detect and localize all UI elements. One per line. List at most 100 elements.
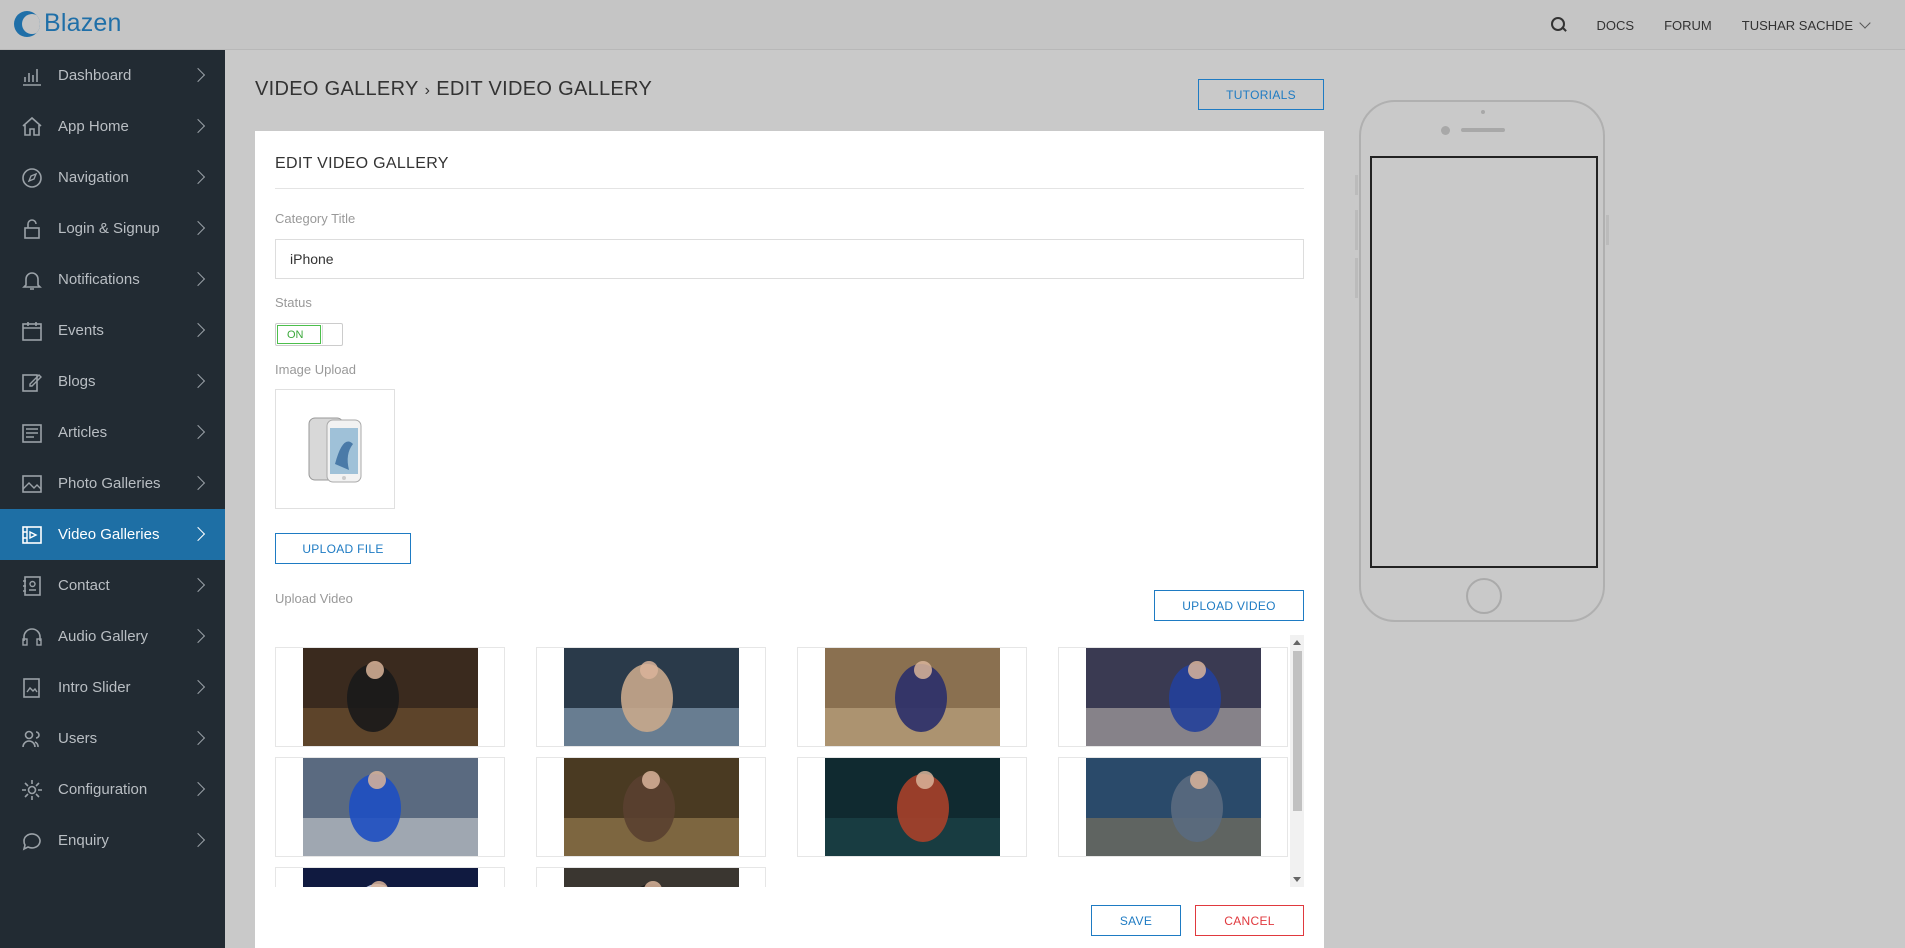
sidebar-item-video-galleries[interactable]: Video Galleries [0, 509, 225, 560]
sidebar-item-intro-slider[interactable]: Intro Slider [0, 662, 225, 713]
bell-icon [20, 268, 44, 292]
chevron-right-icon [190, 832, 206, 848]
chevron-right-icon [190, 475, 206, 491]
chevron-right-icon [190, 271, 206, 287]
chevron-right-icon [190, 220, 206, 236]
phone-side-button [1355, 258, 1358, 298]
upload-video-label: Upload Video [275, 591, 353, 606]
sidebar-item-enquiry[interactable]: Enquiry [0, 815, 225, 866]
sidebar-item-audio-gallery[interactable]: Audio Gallery [0, 611, 225, 662]
sidebar-item-app-home[interactable]: App Home [0, 101, 225, 152]
video-thumbnail[interactable] [797, 757, 1027, 857]
video-thumbnail[interactable] [797, 647, 1027, 747]
chevron-right-icon [190, 373, 206, 389]
sidebar-item-contact[interactable]: Contact [0, 560, 225, 611]
sidebar-item-label: Audio Gallery [58, 628, 149, 645]
users-icon [20, 727, 44, 751]
video-thumbnail[interactable] [1058, 757, 1288, 857]
chevron-down-icon [1859, 17, 1871, 29]
breadcrumb-separator: › [424, 82, 431, 99]
breadcrumb-parent[interactable]: VIDEO GALLERY [255, 78, 419, 100]
sidebar-item-label: Dashboard [58, 67, 132, 84]
chevron-right-icon [190, 169, 206, 185]
video-thumbnail[interactable] [275, 757, 505, 857]
video-thumbnail[interactable] [536, 867, 766, 887]
sidebar-item-login-signup[interactable]: Login & Signup [0, 203, 225, 254]
sidebar-item-label: Navigation [58, 169, 129, 186]
category-title-label: Category Title [275, 211, 356, 226]
iphone-image [308, 417, 362, 483]
sidebar-item-articles[interactable]: Articles [0, 407, 225, 458]
sidebar-item-label: Contact [58, 577, 110, 594]
upload-video-button[interactable]: UPLOAD VIDEO [1154, 590, 1304, 621]
sidebar-item-label: Login & Signup [58, 220, 160, 237]
lock-icon [20, 217, 44, 241]
scroll-thumb[interactable] [1293, 651, 1302, 811]
sidebar-item-configuration[interactable]: Configuration [0, 764, 225, 815]
blazen-logo-icon [14, 10, 40, 37]
sidebar-item-photo-galleries[interactable]: Photo Galleries [0, 458, 225, 509]
sidebar-item-notifications[interactable]: Notifications [0, 254, 225, 305]
top-bar: Blazen DOCS FORUM TUSHAR SACHDE [0, 0, 1905, 50]
docs-link[interactable]: DOCS [1597, 18, 1635, 33]
phone-sensor [1481, 110, 1485, 114]
sidebar-item-label: Notifications [58, 271, 140, 288]
uploaded-image-preview [275, 389, 395, 509]
chevron-right-icon [190, 781, 206, 797]
status-label: Status [275, 295, 312, 310]
chevron-right-icon [190, 526, 206, 542]
video-thumbnail[interactable] [536, 757, 766, 857]
phone-preview [1359, 100, 1605, 622]
calendar-icon [20, 319, 44, 343]
search-icon[interactable] [1549, 15, 1569, 35]
save-button[interactable]: SAVE [1091, 905, 1181, 936]
headphones-icon [20, 625, 44, 649]
edit-icon [20, 370, 44, 394]
video-list-scrollbar[interactable] [1290, 635, 1304, 887]
phone-side-button [1606, 215, 1609, 245]
sidebar-item-dashboard[interactable]: Dashboard [0, 50, 225, 101]
status-toggle[interactable]: ON [275, 323, 343, 346]
cancel-button[interactable]: CANCEL [1195, 905, 1304, 936]
sidebar-item-label: Articles [58, 424, 108, 441]
phone-home-button [1466, 578, 1502, 614]
video-preview-image [303, 648, 478, 746]
sidebar-item-label: Users [58, 730, 98, 747]
phone-speaker [1461, 128, 1505, 132]
chat-icon [20, 829, 44, 853]
user-menu[interactable]: TUSHAR SACHDE [1742, 17, 1871, 33]
bar-chart-icon [20, 64, 44, 88]
forum-link[interactable]: FORUM [1664, 18, 1712, 33]
video-preview-image [825, 648, 1000, 746]
toggle-knob [322, 325, 342, 344]
video-thumbnail[interactable] [275, 647, 505, 747]
edit-form-card: EDIT VIDEO GALLERY Category Title iPhone… [255, 131, 1324, 948]
scroll-up-icon[interactable] [1293, 640, 1301, 645]
video-list [275, 635, 1304, 887]
tutorials-button[interactable]: TUTORIALS [1198, 79, 1324, 110]
sidebar-item-events[interactable]: Events [0, 305, 225, 356]
sidebar-item-label: Configuration [58, 781, 148, 798]
chevron-right-icon [190, 628, 206, 644]
divider [275, 188, 1304, 189]
video-preview-image [825, 758, 1000, 856]
sidebar: Dashboard App Home Navigation Login & Signu… [0, 50, 225, 948]
sidebar-item-blogs[interactable]: Blogs [0, 356, 225, 407]
category-title-input[interactable]: iPhone [275, 239, 1304, 279]
video-thumbnail[interactable] [536, 647, 766, 747]
gear-icon [20, 778, 44, 802]
status-on-label: ON [277, 325, 321, 344]
video-preview-image [303, 758, 478, 856]
video-thumbnail[interactable] [275, 867, 505, 887]
video-preview-image [564, 758, 739, 856]
video-preview-image [1086, 758, 1261, 856]
category-title-value: iPhone [290, 251, 334, 267]
sidebar-item-users[interactable]: Users [0, 713, 225, 764]
chevron-right-icon [190, 730, 206, 746]
sidebar-item-navigation[interactable]: Navigation [0, 152, 225, 203]
scroll-down-icon[interactable] [1293, 877, 1301, 882]
video-thumbnail[interactable] [1058, 647, 1288, 747]
phone-camera [1441, 126, 1450, 135]
upload-file-button[interactable]: UPLOAD FILE [275, 533, 411, 564]
app-logo[interactable]: Blazen [14, 9, 122, 38]
